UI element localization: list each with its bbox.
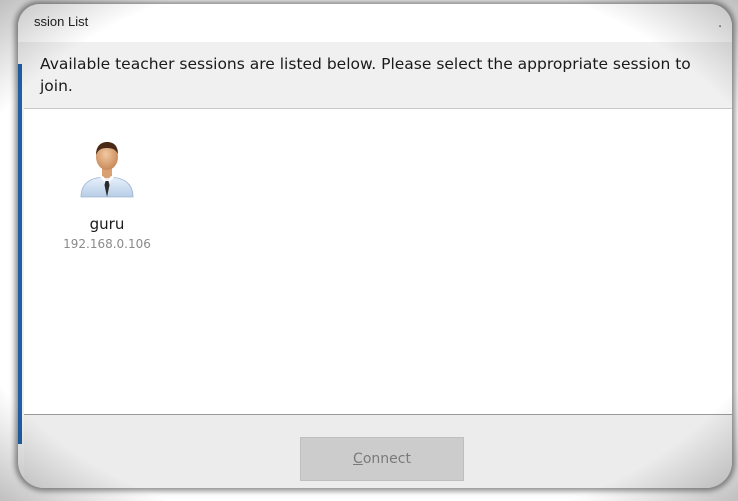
window-title: ssion List	[34, 14, 89, 29]
instruction-panel: Available teacher sessions are listed be…	[24, 44, 732, 109]
screen: ssion List . Available teacher sessions …	[0, 0, 738, 501]
session-name: guru	[89, 215, 125, 233]
footer-bar: Connect	[24, 415, 732, 488]
teacher-avatar-icon	[80, 142, 134, 198]
title-bar-control: .	[718, 16, 722, 30]
session-list-window: ssion List . Available teacher sessions …	[18, 4, 732, 488]
session-list: guru 192.168.0.106	[24, 109, 732, 415]
connect-button-mnemonic: C	[353, 451, 363, 467]
connect-button[interactable]: Connect	[300, 437, 464, 481]
title-bar[interactable]: ssion List .	[18, 4, 732, 42]
session-item-guru[interactable]: guru 192.168.0.106	[52, 131, 152, 251]
instruction-text: Available teacher sessions are listed be…	[40, 55, 691, 95]
window-accent-edge	[18, 64, 22, 444]
session-ip-address: 192.168.0.106	[63, 237, 151, 251]
connect-button-label: onnect	[362, 451, 411, 467]
